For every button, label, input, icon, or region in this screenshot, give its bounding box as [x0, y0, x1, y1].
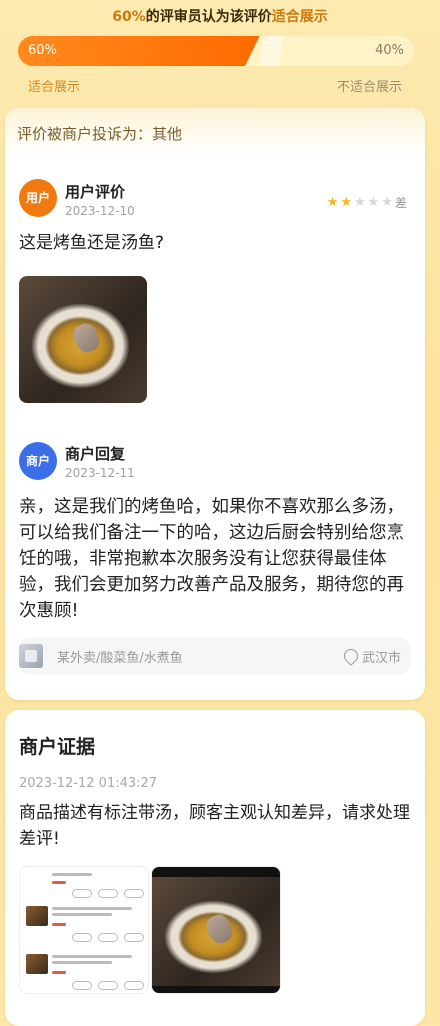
vote-right-label: 不适合展示 — [336, 80, 402, 95]
location-pin-icon — [341, 646, 361, 666]
evidence-title: 商户证据 — [19, 736, 96, 758]
shop-thumbnail — [19, 644, 43, 668]
rating-label: 差 — [394, 196, 407, 210]
evidence-screenshot-menu[interactable] — [19, 866, 149, 994]
shop-location: 武汉市 — [341, 646, 401, 666]
vote-summary-text: 的评审员认为该评价 — [145, 9, 272, 25]
evidence-text: 商品描述有标注带汤，顾客主观认知差异，请求处理差评! — [19, 803, 410, 849]
vote-summary-pct: 60% — [112, 9, 146, 25]
merchant-reply-date: 2023-12-11 — [65, 466, 135, 480]
user-review-text: 这是烤鱼还是汤鱼? — [19, 233, 165, 253]
shop-tag-bar[interactable]: 某外卖/酸菜鱼/水煮鱼 武汉市 — [19, 638, 411, 674]
vote-left-pct: 60% — [28, 43, 57, 58]
star-icon: ★ — [381, 195, 393, 210]
review-photo[interactable] — [19, 276, 147, 403]
vote-summary-title: 60%的评审员认为该评价适合展示 — [0, 0, 440, 28]
star-icon: ★ — [367, 195, 380, 210]
star-icon: ★ — [326, 195, 339, 210]
vote-left-label: 适合展示 — [28, 80, 81, 95]
vote-right-pct: 40% — [375, 43, 404, 58]
vote-progress-divider — [259, 36, 284, 66]
shop-category: 某外卖/酸菜鱼/水煮鱼 — [57, 650, 183, 666]
evidence-card: 商户证据 2023-12-12 01:43:27 商品描述有标注带汤，顾客主观认… — [5, 710, 425, 1026]
evidence-screenshot-photo[interactable] — [151, 866, 281, 994]
user-avatar: 用户 — [19, 179, 57, 217]
shop-location-text: 武汉市 — [361, 650, 401, 666]
user-review-date: 2023-12-10 — [65, 204, 135, 218]
evidence-datetime: 2023-12-12 01:43:27 — [19, 776, 158, 791]
page: 60%的评审员认为该评价适合展示 60% 40% 适合展示 不适合展示 评价被商… — [0, 0, 440, 1026]
vote-progress-bar: 60% 40% — [18, 36, 414, 66]
star-icon: ★ — [354, 195, 366, 210]
merchant-avatar: 商户 — [19, 442, 57, 480]
vote-summary-highlight: 适合展示 — [271, 9, 328, 25]
vote-labels: 适合展示 不适合展示 — [28, 76, 402, 95]
star-icon: ★ — [340, 195, 353, 210]
rating-stars: ★ ★ ★ ★ ★ 差 — [327, 194, 407, 211]
merchant-reply-text: 亲，这是我们的烤鱼哈，如果你不喜欢那么多汤，可以给我们备注一下的哈，这边后厨会特… — [19, 497, 404, 621]
user-review-title: 用户评价 — [65, 183, 126, 201]
review-card: 评价被商户投诉为：其他 用户 用户评价 2023-12-10 ★ ★ ★ ★ ★… — [5, 108, 425, 700]
merchant-reply-title: 商户回复 — [65, 445, 126, 463]
complaint-reason: 评价被商户投诉为：其他 — [5, 108, 425, 156]
